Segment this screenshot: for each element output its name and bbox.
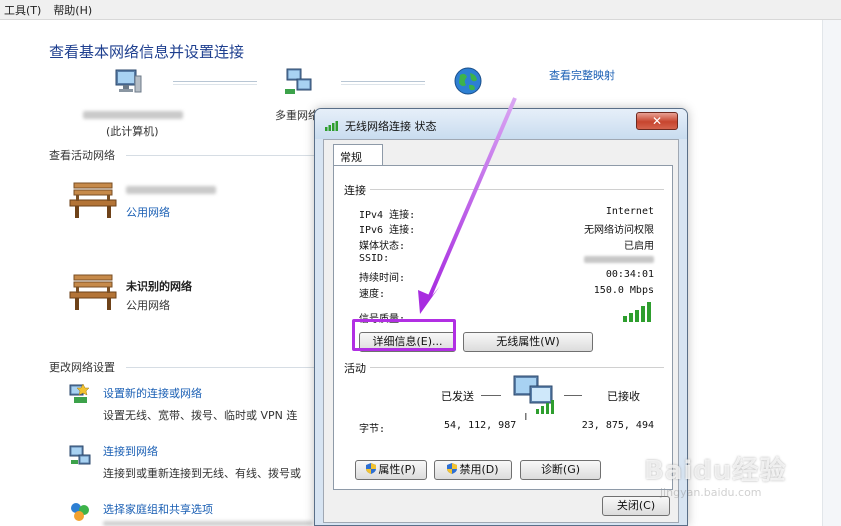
network-name-redacted [126, 186, 216, 194]
wireless-status-dialog: 无线网络连接 状态 ✕ 常规 连接 IPv4 连接: Internet IPv6… [314, 108, 688, 526]
change-settings-title: 更改网络设置 [49, 361, 115, 374]
menu-bar: 工具(T) 帮助(H) [0, 0, 841, 20]
multi-network-caption: 多重网络 [275, 109, 319, 122]
activity-group-label: 活动 [344, 360, 370, 376]
baidu-watermark-url: jingyan.baidu.com [660, 486, 762, 499]
ipv4-label: IPv4 连接: [359, 210, 416, 221]
properties-button[interactable]: 属性(P) [355, 460, 427, 480]
received-label: 已接收 [607, 390, 640, 403]
connection-group-label: 连接 [344, 182, 370, 198]
menu-help[interactable]: 帮助(H) [49, 2, 100, 18]
signal-icon [325, 121, 338, 131]
map-connector-1 [173, 81, 257, 82]
view-full-map-link[interactable]: 查看完整映射 [549, 67, 615, 83]
properties-button-label: 属性(P) [378, 463, 416, 476]
bytes-label: 字节: [359, 424, 386, 435]
tab-general[interactable]: 常规 [333, 144, 383, 166]
window-right-edge [822, 20, 841, 526]
map-connector-1-shadow [173, 84, 257, 85]
network-1-type-link[interactable]: 公用网络 [126, 204, 170, 220]
network-2-name: 未识别的网络 [126, 280, 192, 293]
dialog-titlebar[interactable]: 无线网络连接 状态 ✕ [315, 109, 687, 139]
connection-group-rule [344, 189, 664, 190]
disable-button[interactable]: 禁用(D) [434, 460, 512, 480]
map-connector-2-shadow [341, 84, 425, 85]
change-settings-rule [126, 367, 316, 368]
speed-value: 150.0 Mbps [593, 285, 654, 296]
ipv6-label: IPv6 连接: [359, 225, 416, 236]
disable-button-label: 禁用(D) [459, 463, 499, 476]
page-title: 查看基本网络信息并设置连接 [49, 43, 245, 61]
homegroup-options-link[interactable]: 选择家庭组和共享选项 [103, 501, 213, 517]
connect-network-icon [69, 445, 91, 465]
internet-globe-icon [454, 67, 482, 95]
close-button[interactable]: 关闭(C) [602, 496, 670, 516]
dialog-title: 无线网络连接 状态 [345, 120, 437, 133]
this-computer-caption: (此计算机) [106, 125, 159, 138]
duration-label: 持续时间: [359, 273, 406, 284]
ssid-value-redacted [584, 256, 654, 263]
sent-dash [481, 395, 501, 396]
connect-to-network-link[interactable]: 连接到网络 [103, 443, 158, 459]
homegroup-icon [71, 503, 89, 521]
bytes-sent-value: 54, 112, 987 [444, 420, 517, 431]
sent-label: 已发送 [441, 390, 474, 403]
menu-tools[interactable]: 工具(T) [0, 2, 49, 18]
activity-group-rule [344, 367, 664, 368]
speed-label: 速度: [359, 289, 386, 300]
setup-connection-desc: 设置无线、宽带、拨号、临时或 VPN 连 [103, 409, 298, 422]
computer-name-redacted [83, 111, 183, 119]
map-connector-2 [341, 81, 425, 82]
ipv4-value: Internet [605, 206, 654, 217]
uac-shield-icon [366, 463, 377, 474]
bytes-received-value: 23, 875, 494 [581, 420, 654, 431]
media-state-value: 已启用 [624, 241, 654, 252]
network-activity-icon [513, 375, 554, 420]
media-state-label: 媒体状态: [359, 241, 406, 252]
active-networks-rule [126, 155, 316, 156]
new-connection-icon [69, 383, 90, 403]
homegroup-desc-cut [103, 521, 313, 526]
network-2-type: 公用网络 [126, 299, 170, 312]
bench-icon [69, 274, 117, 310]
dialog-close-x-button[interactable]: ✕ [636, 112, 678, 130]
diagnose-button[interactable]: 诊断(G) [520, 460, 601, 480]
baidu-watermark: Baidu经验 [644, 456, 787, 486]
connect-to-network-desc: 连接到或重新连接到无线、有线、拨号或 [103, 467, 301, 480]
signal-strength-icon [623, 302, 651, 322]
ssid-label: SSID: [359, 253, 390, 264]
active-networks-title: 查看活动网络 [49, 149, 115, 162]
details-button-highlight [352, 319, 456, 351]
computer-icon [115, 69, 142, 93]
setup-connection-link[interactable]: 设置新的连接或网络 [103, 385, 202, 401]
bench-icon [69, 182, 117, 218]
uac-shield-icon [447, 463, 458, 474]
duration-value: 00:34:01 [605, 269, 654, 280]
received-dash [564, 395, 582, 396]
ipv6-value: 无网络访问权限 [584, 225, 654, 236]
wireless-properties-button[interactable]: 无线属性(W) [463, 332, 593, 352]
multi-network-icon [285, 68, 312, 94]
